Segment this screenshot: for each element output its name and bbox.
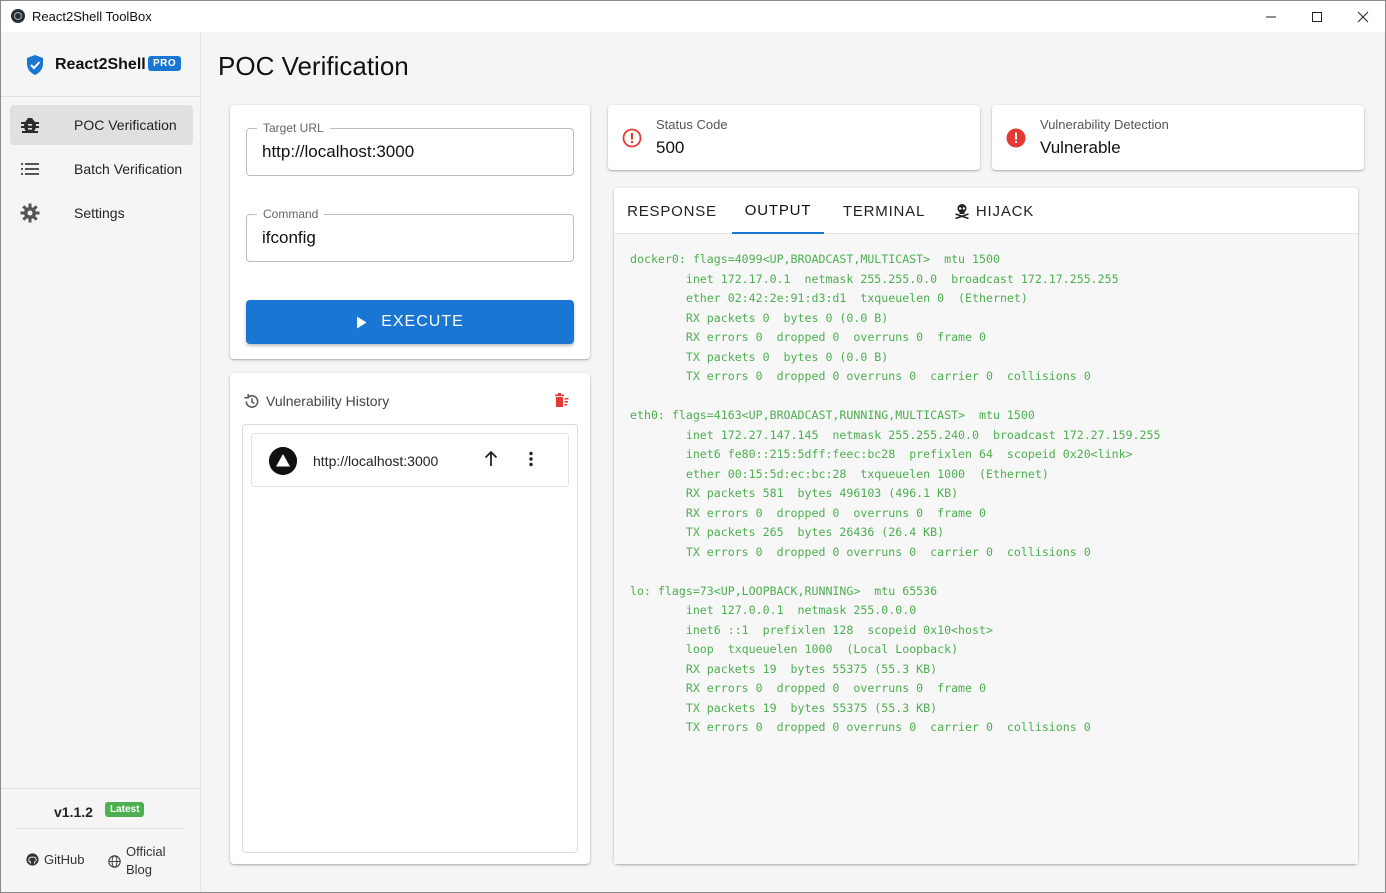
- tab-terminal[interactable]: TERMINAL: [830, 188, 938, 234]
- history-card: Vulnerability History http://localhost:3…: [230, 373, 590, 864]
- globe-icon: [108, 854, 121, 868]
- brand: React2Shell PRO: [1, 32, 201, 97]
- sidebar-item-label: Settings: [74, 205, 125, 221]
- tab-hijack[interactable]: HIJACK: [944, 188, 1044, 234]
- footer-links: GitHub Official Blog: [17, 828, 185, 888]
- command-label: Command: [257, 207, 325, 221]
- github-icon: [26, 853, 39, 866]
- error-outline-icon: [622, 128, 642, 148]
- history-item-url: http://localhost:3000: [313, 453, 439, 469]
- gear-icon: [20, 203, 40, 223]
- page-title: POC Verification: [218, 51, 409, 81]
- latest-badge: Latest: [105, 802, 145, 817]
- minimize-icon: [1266, 16, 1276, 17]
- pro-badge: PRO: [148, 56, 182, 71]
- tab-label: OUTPUT: [744, 201, 812, 219]
- error-icon: [1006, 128, 1026, 148]
- brand-name: React2Shell: [55, 56, 146, 73]
- output-card: RESPONSE OUTPUT TERMINAL HIJACK docker0:…: [614, 188, 1358, 864]
- target-url-field[interactable]: Target URL http://localhost:3000: [246, 121, 574, 176]
- close-icon: [1357, 11, 1369, 22]
- tab-response[interactable]: RESPONSE: [614, 188, 730, 234]
- history-icon: [244, 393, 259, 408]
- more-vert-icon[interactable]: [523, 450, 539, 468]
- minimize-button[interactable]: [1248, 1, 1294, 32]
- list-icon: [21, 163, 39, 175]
- github-link[interactable]: GitHub: [26, 852, 84, 867]
- vercel-logo-icon: [269, 447, 297, 475]
- window-title: React2Shell ToolBox: [32, 9, 152, 24]
- maximize-button[interactable]: [1294, 1, 1340, 32]
- play-icon: [357, 316, 367, 328]
- app-window: React2Shell ToolBox React2Shell PRO POC …: [0, 0, 1386, 893]
- sidebar-item-label: Batch Verification: [74, 161, 183, 177]
- execute-button[interactable]: EXECUTE: [246, 300, 574, 344]
- history-list: http://localhost:3000: [242, 424, 578, 853]
- title-bar: React2Shell ToolBox: [1, 1, 1385, 32]
- arrow-up-icon[interactable]: [483, 450, 499, 468]
- command-field[interactable]: Command ifconfig: [246, 207, 574, 262]
- shield-check-icon: [27, 55, 43, 75]
- target-url-value: http://localhost:3000: [262, 142, 415, 161]
- tab-label: TERMINAL: [842, 202, 926, 220]
- history-title: Vulnerability History: [266, 393, 390, 409]
- vulnerability-detection-label: Vulnerability Detection: [1040, 117, 1169, 132]
- bug-icon: [21, 118, 39, 133]
- version-info: v1.1.2 Latest: [1, 788, 201, 830]
- vulnerability-detection-value: Vulnerable: [1040, 138, 1121, 157]
- tab-label: RESPONSE: [627, 202, 717, 220]
- app-logo-icon: [11, 9, 25, 23]
- close-button[interactable]: [1340, 1, 1385, 32]
- tab-label: HIJACK: [975, 202, 1035, 220]
- status-code-card: Status Code 500: [608, 105, 980, 170]
- sidebar-item-poc-verification[interactable]: POC Verification: [10, 105, 193, 145]
- github-label: GitHub: [44, 852, 85, 867]
- blog-link[interactable]: Official Blog: [108, 843, 172, 879]
- history-item[interactable]: http://localhost:3000: [251, 433, 569, 487]
- command-output: docker0: flags=4099<UP,BROADCAST,MULTICA…: [614, 234, 1358, 864]
- skull-crossbones-icon: [955, 204, 969, 219]
- status-code-label: Status Code: [656, 117, 728, 132]
- command-value: ifconfig: [262, 228, 316, 247]
- sidebar-item-settings[interactable]: Settings: [10, 193, 193, 233]
- sidebar-item-batch-verification[interactable]: Batch Verification: [10, 149, 193, 189]
- vulnerability-detection-card: Vulnerability Detection Vulnerable: [992, 105, 1364, 170]
- blog-label: Official Blog: [126, 844, 166, 877]
- maximize-icon: [1312, 11, 1322, 22]
- sidebar: React2Shell PRO POC Verification Batch V…: [1, 32, 201, 892]
- execute-label: EXECUTE: [381, 313, 464, 330]
- form-card: Target URL http://localhost:3000 Command…: [230, 105, 590, 359]
- target-url-label: Target URL: [257, 121, 330, 135]
- clear-history-icon[interactable]: [555, 393, 569, 408]
- status-code-value: 500: [656, 138, 685, 157]
- tab-output[interactable]: OUTPUT: [732, 188, 824, 234]
- version-text: v1.1.2: [54, 804, 93, 820]
- output-tabs: RESPONSE OUTPUT TERMINAL HIJACK: [614, 188, 1358, 234]
- sidebar-item-label: POC Verification: [74, 117, 177, 133]
